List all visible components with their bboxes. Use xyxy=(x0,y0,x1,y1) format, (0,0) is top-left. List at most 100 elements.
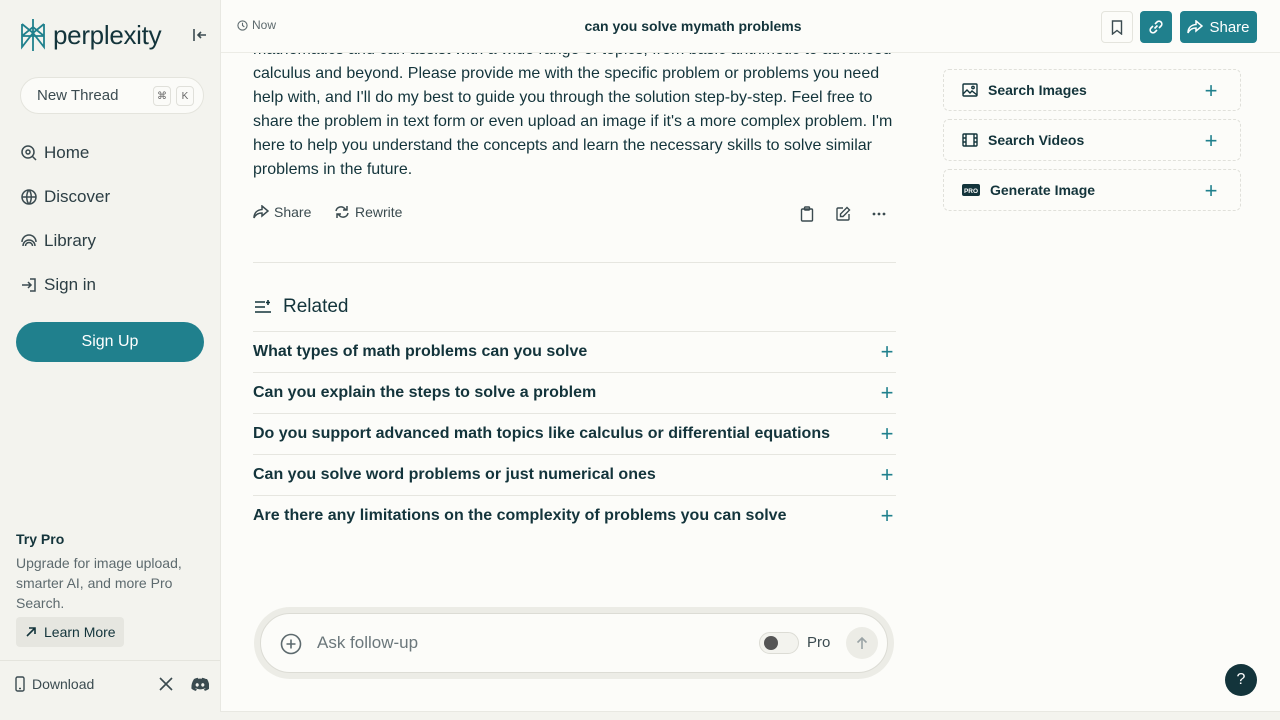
learn-more-button[interactable]: Learn More xyxy=(16,617,124,647)
search-images-button[interactable]: Search Images + xyxy=(943,69,1241,111)
related-item[interactable]: Are there any limitations on the complex… xyxy=(253,495,896,536)
share-label: Share xyxy=(1209,18,1250,36)
arrow-up-icon xyxy=(856,636,868,649)
share-icon xyxy=(1187,20,1204,34)
sidebar-footer-divider xyxy=(0,660,220,661)
logo[interactable]: perplexity xyxy=(19,18,162,52)
share-button[interactable]: Share xyxy=(1180,11,1257,43)
x-twitter-icon[interactable] xyxy=(159,677,173,696)
answer-share-label: Share xyxy=(274,204,312,220)
image-icon xyxy=(962,83,978,97)
more-options-button[interactable] xyxy=(869,204,889,224)
perplexity-logo-icon xyxy=(21,19,45,51)
svg-text:PRO: PRO xyxy=(964,188,978,195)
download-link[interactable]: Download xyxy=(14,676,94,692)
related-item[interactable]: What types of math problems can you solv… xyxy=(253,331,896,372)
attach-plus-icon[interactable] xyxy=(280,633,302,660)
search-videos-label: Search Videos xyxy=(988,132,1085,148)
new-thread-label: New Thread xyxy=(37,87,119,104)
more-horizontal-icon xyxy=(872,212,886,216)
discord-icon[interactable] xyxy=(191,677,210,696)
answer-text: mathematics and can assist with a wide r… xyxy=(253,38,893,182)
rewrite-label: Rewrite xyxy=(355,204,403,220)
bookmark-button[interactable] xyxy=(1101,11,1133,43)
link-icon xyxy=(1149,20,1163,34)
library-icon xyxy=(21,234,37,247)
plus-icon: + xyxy=(880,503,894,528)
sidebar-item-label: Sign in xyxy=(44,275,96,294)
related-item-label: Do you support advanced math topics like… xyxy=(253,425,830,442)
shortcut-letter-key: K xyxy=(176,86,194,106)
related-item[interactable]: Can you solve word problems or just nume… xyxy=(253,454,896,495)
related-item[interactable]: Do you support advanced math topics like… xyxy=(253,413,896,454)
phone-icon xyxy=(15,676,25,692)
sign-up-button[interactable]: Sign Up xyxy=(16,322,204,362)
answer-paragraph: mathematics and can assist with a wide r… xyxy=(253,41,893,178)
film-icon xyxy=(962,133,978,147)
related-list-icon xyxy=(255,300,271,313)
edit-answer-button[interactable] xyxy=(833,204,853,224)
related-item-label: Can you solve word problems or just nume… xyxy=(253,466,656,483)
related-list: What types of math problems can you solv… xyxy=(253,331,896,536)
rewrite-button[interactable]: Rewrite xyxy=(334,204,402,220)
plus-icon: + xyxy=(1204,178,1218,203)
rewrite-icon xyxy=(335,206,349,218)
pro-badge-icon: PRO xyxy=(962,184,980,196)
related-item-label: What types of math problems can you solv… xyxy=(253,343,588,360)
pro-label: Pro xyxy=(807,634,831,651)
plus-icon: + xyxy=(880,380,894,405)
plus-icon: + xyxy=(1204,128,1218,153)
home-icon xyxy=(21,145,37,161)
bookmark-icon xyxy=(1111,19,1123,35)
follow-up-input[interactable] xyxy=(317,631,737,655)
copy-link-button[interactable] xyxy=(1140,11,1172,43)
send-button[interactable] xyxy=(846,627,878,659)
edit-icon xyxy=(836,206,851,221)
try-pro-title: Try Pro xyxy=(16,531,65,547)
clipboard-icon xyxy=(800,206,814,222)
globe-icon xyxy=(21,189,37,205)
follow-up-box: Pro xyxy=(260,613,888,673)
sidebar-item-sign-in[interactable]: Sign in xyxy=(20,275,96,295)
logo-text: perplexity xyxy=(53,19,162,50)
sidebar-item-discover[interactable]: Discover xyxy=(20,187,110,207)
sign-in-icon xyxy=(22,278,36,292)
related-heading: Related xyxy=(253,296,349,318)
plus-icon: + xyxy=(880,339,894,364)
share-icon xyxy=(253,205,269,219)
sidebar-item-label: Home xyxy=(44,143,90,162)
section-divider xyxy=(253,262,896,263)
plus-icon: + xyxy=(1204,78,1218,103)
learn-more-label: Learn More xyxy=(44,624,116,640)
shortcut-mod-key: ⌘ xyxy=(153,86,171,106)
related-item-label: Are there any limitations on the complex… xyxy=(253,507,787,524)
related-item[interactable]: Can you explain the steps to solve a pro… xyxy=(253,372,896,413)
top-bar: Now can you solve mymath problems Share xyxy=(221,0,1280,53)
related-item-label: Can you explain the steps to solve a pro… xyxy=(253,384,597,401)
new-thread-button[interactable]: New Thread ⌘ K xyxy=(20,77,204,114)
toggle-knob xyxy=(764,636,778,650)
plus-icon: + xyxy=(880,462,894,487)
sidebar-item-label: Discover xyxy=(44,187,111,206)
try-pro-description: Upgrade for image upload, smarter AI, an… xyxy=(16,555,182,611)
related-heading-label: Related xyxy=(283,296,349,317)
sidebar-item-library[interactable]: Library xyxy=(20,231,96,251)
generate-image-label: Generate Image xyxy=(990,182,1096,198)
search-videos-button[interactable]: Search Videos + xyxy=(943,119,1241,161)
search-images-label: Search Images xyxy=(988,82,1087,98)
thread-title: can you solve mymath problems xyxy=(584,18,802,34)
download-label: Download xyxy=(32,676,95,692)
generate-image-button[interactable]: PRO Generate Image + xyxy=(943,169,1241,211)
sidebar-item-home[interactable]: Home xyxy=(20,143,89,163)
copy-answer-button[interactable] xyxy=(797,204,817,224)
arrow-up-right-icon xyxy=(26,627,36,637)
help-button[interactable]: ? xyxy=(1225,664,1257,696)
answer-share-button[interactable]: Share xyxy=(253,204,311,220)
collapse-sidebar-icon[interactable] xyxy=(191,26,209,44)
sidebar-item-label: Library xyxy=(44,231,96,250)
follow-up-container: Pro xyxy=(254,607,894,679)
pro-toggle[interactable] xyxy=(759,632,799,654)
answer-actions: Share Rewrite xyxy=(253,202,897,226)
sidebar: perplexity New Thread ⌘ K Home Discover … xyxy=(0,0,220,720)
plus-icon: + xyxy=(880,421,894,446)
